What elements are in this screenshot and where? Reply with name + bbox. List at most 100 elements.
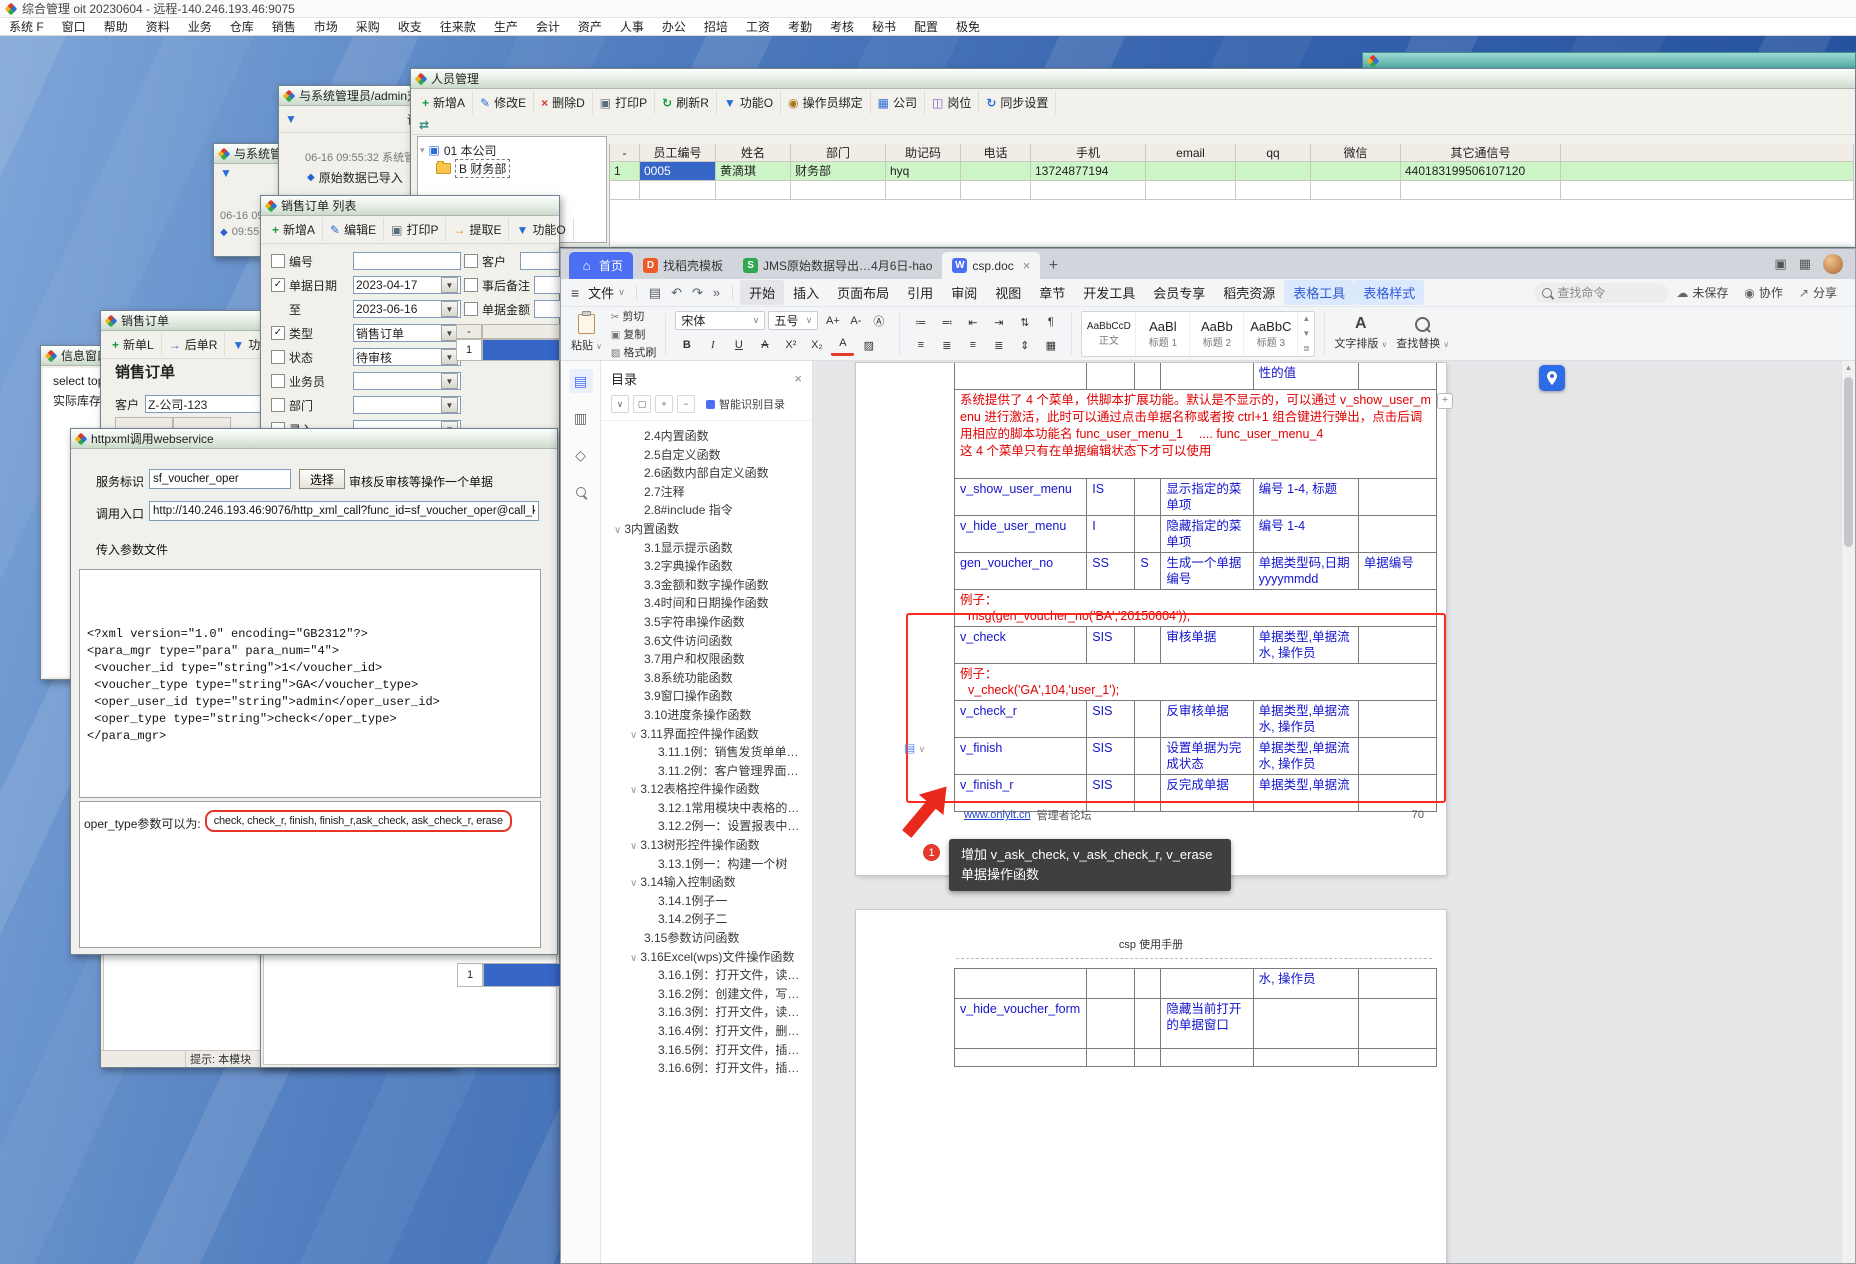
function-row[interactable]: gen_voucher_noSSS 生成一个单据编号单据类型码,日期 yyyym… (955, 553, 1437, 590)
scrollbar-thumb[interactable] (1844, 377, 1853, 547)
grid-header-cell[interactable] (482, 324, 560, 339)
toolbar-button[interactable]: + 新单L (105, 333, 162, 356)
toc-item[interactable]: 3内置函数 (601, 520, 812, 539)
style-entry[interactable]: AaBbCcD 正文 (1082, 312, 1136, 356)
menubar-item[interactable]: 窗口 (53, 18, 95, 35)
toolbar-button[interactable]: → 后单R (162, 333, 226, 356)
command-search[interactable]: 查找命令 (1534, 283, 1668, 303)
close-icon[interactable]: × (1023, 258, 1031, 273)
typeset-button[interactable]: A 文字排版 ∨ (1334, 316, 1387, 351)
font-format-button[interactable]: X₂ (805, 336, 828, 355)
toolbar-button[interactable]: ▣ 打印P (593, 91, 655, 114)
menubar-item[interactable]: 业务 (179, 18, 221, 35)
menubar-item[interactable]: 采购 (347, 18, 389, 35)
panels-icon[interactable]: ▥ (569, 406, 593, 430)
column-header[interactable]: 手机 (1031, 144, 1146, 162)
column-header[interactable]: 微信 (1311, 144, 1401, 162)
style-entry[interactable]: AaBbC 标题 3 (1244, 312, 1298, 356)
filter-field[interactable]: ▼ (534, 276, 560, 294)
toc-item[interactable]: 3.9窗口操作函数 (601, 687, 812, 706)
wps-menu-item[interactable]: 会员专享 (1144, 280, 1214, 305)
font-size-combo[interactable]: 五号∨ (768, 311, 818, 330)
footer-link[interactable]: www.onlyit.cn (964, 809, 1031, 821)
toc-item[interactable]: 2.8#include 指令 (601, 501, 812, 520)
font-format-button[interactable]: I (701, 336, 724, 355)
column-header[interactable]: 员工编号 (640, 144, 716, 162)
filter-field[interactable]: ▼ (520, 252, 560, 270)
arrow-down-icon[interactable]: ▼ (220, 166, 232, 180)
font-format-button[interactable]: X² (779, 336, 802, 355)
alignment-button[interactable]: ⇕ (1013, 336, 1036, 355)
filter-checkbox[interactable] (464, 302, 478, 316)
alignment-button[interactable]: ≣ (935, 336, 958, 355)
toc-item[interactable]: 3.16.1例：打开文件，读到… (601, 966, 812, 985)
more-icon[interactable]: » (708, 285, 725, 300)
function-row[interactable]: v_finish_rSIS 反完成单据单据类型,单据流 (955, 775, 1437, 812)
toolbar-button[interactable]: ✎ 修改E (473, 91, 534, 114)
grid-selected-cell[interactable] (483, 963, 561, 987)
wps-menu-item[interactable]: 引用 (898, 280, 942, 305)
sales-list-titlebar[interactable]: 销售订单 列表 (261, 196, 559, 216)
menubar-item[interactable]: 生产 (485, 18, 527, 35)
filter-checkbox[interactable] (464, 254, 478, 268)
vertical-scrollbar[interactable]: ▲ (1841, 361, 1855, 1263)
filter-checkbox[interactable] (271, 254, 285, 268)
font-size-button[interactable]: A+ (821, 311, 844, 330)
document-page-2[interactable]: csp 使用手册 水, 操作员 v_hide_voucher_form 隐藏当前… (856, 910, 1446, 1263)
entry-url-input[interactable] (149, 501, 539, 521)
app-titlebar[interactable]: 综合管理 oit 20230604 - 远程-140.246.193.46:90… (0, 0, 1856, 18)
toc-item[interactable]: 3.16.3例：打开文件，读取… (601, 1003, 812, 1022)
dropdown-arrow-icon[interactable]: ▼ (441, 301, 458, 317)
toc-item[interactable]: 3.16.4例：打开文件，删除… (601, 1022, 812, 1041)
filter-checkbox[interactable] (271, 398, 285, 412)
font-format-button[interactable]: U (727, 336, 750, 355)
styles-scroll[interactable]: ▲▼≣ (1298, 312, 1314, 356)
alignment-button[interactable]: ≡ (909, 336, 932, 355)
wps-menu-item[interactable]: 开始 (740, 280, 784, 305)
toc-item[interactable]: 2.5自定义函数 (601, 446, 812, 465)
toc-item[interactable]: 2.4内置函数 (601, 427, 812, 446)
document-tab[interactable]: D 找稻壳模板 × (633, 252, 733, 279)
toc-item[interactable]: 3.12.2例一：设置报表中第… (601, 817, 812, 836)
filter-field[interactable]: 销售订单 ▼ (353, 324, 461, 342)
menubar-item[interactable]: 往来款 (431, 18, 485, 35)
wps-menu-item[interactable]: 视图 (986, 280, 1030, 305)
alignment-button[interactable]: ≡ (961, 336, 984, 355)
document-area[interactable]: 性的值 系统提供了 4 个菜单，供脚本扩展功能。默认是不显示的，可以通过 v_s… (813, 361, 1855, 1263)
toc-item[interactable]: 3.14输入控制函数 (601, 873, 812, 892)
font-name-combo[interactable]: 宋体∨ (675, 311, 765, 330)
tree-node-finance-dept[interactable]: B 财务部 (420, 159, 604, 177)
grid-selected-cell[interactable] (482, 339, 560, 361)
xml-params-textarea[interactable]: <?xml version="1.0" encoding="GB2312"?><… (79, 569, 541, 798)
menubar-item[interactable]: 办公 (653, 18, 695, 35)
wps-menu-item[interactable]: 表格样式 (1354, 280, 1424, 305)
selected-cell[interactable]: 0005 (640, 162, 716, 181)
copy-button[interactable]: ▣复制 (611, 326, 656, 342)
column-header[interactable]: 助记码 (886, 144, 961, 162)
toc-tool-button[interactable]: + (655, 395, 673, 413)
paragraph-button[interactable]: ⇅ (1013, 313, 1036, 332)
scroll-up-icon[interactable]: ▲ (1842, 363, 1855, 372)
grid-cell[interactable]: 1 (457, 963, 483, 987)
alignment-button[interactable]: ▦ (1039, 336, 1062, 355)
save-icon[interactable]: ▤ (644, 285, 666, 301)
personnel-titlebar[interactable]: 人员管理 (411, 69, 1855, 89)
webservice-titlebar[interactable]: httpxml调用webservice (71, 429, 557, 449)
menubar-item[interactable]: 收支 (389, 18, 431, 35)
menubar-item[interactable]: 帮助 (95, 18, 137, 35)
toc-item[interactable]: 3.10进度条操作函数 (601, 706, 812, 725)
function-table-page2[interactable]: 水, 操作员 v_hide_voucher_form 隐藏当前打开的单据窗口 (954, 968, 1437, 1067)
filter-checkbox[interactable] (271, 278, 285, 292)
toc-item[interactable]: 2.7注释 (601, 483, 812, 502)
toc-item[interactable]: 3.13.1例一：构建一个树 (601, 855, 812, 874)
column-header[interactable]: - (610, 144, 640, 162)
paragraph-button[interactable]: ¶ (1039, 313, 1062, 332)
toolbar-button[interactable]: ◫ 岗位 (925, 91, 979, 114)
toc-item[interactable]: 3.14.1例子一 (601, 892, 812, 911)
toc-item[interactable]: 3.16.6例：打开文件，插入… (601, 1059, 812, 1078)
toc-item[interactable]: 3.11.2例：客户管理界面… (601, 762, 812, 781)
find-replace-button[interactable]: 查找替换 ∨ (1396, 317, 1449, 351)
toc-item[interactable]: 3.15参数访问函数 (601, 929, 812, 948)
toc-item[interactable]: 3.16.2例：创建文件，写入… (601, 985, 812, 1004)
function-row[interactable]: v_check_rSIS 反审核单据单据类型,单据流水, 操作员 (955, 701, 1437, 738)
